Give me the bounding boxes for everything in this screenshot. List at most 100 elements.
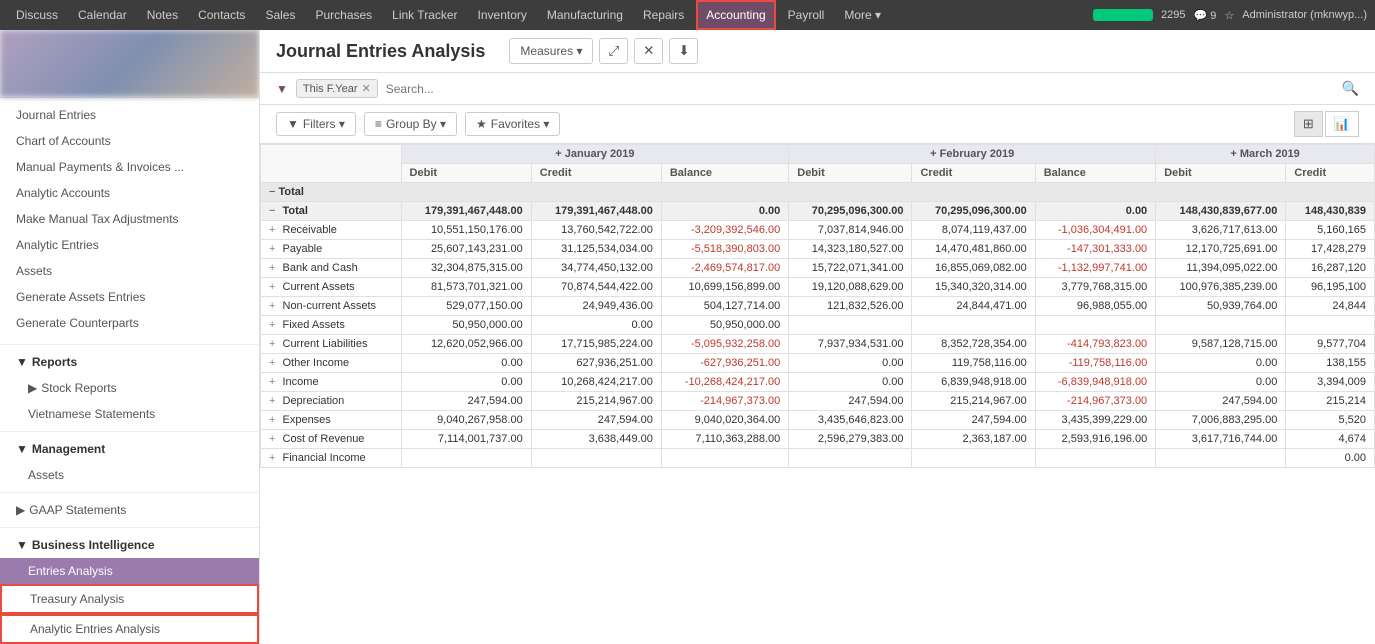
search-bar: ▼ This F.Year ✕ 🔍 — [260, 73, 1375, 105]
measures-button[interactable]: Measures ▾ — [509, 38, 593, 64]
sidebar-item-stock-reports[interactable]: ▶ Stock Reports — [0, 375, 259, 401]
sidebar-bi-header[interactable]: ▼ Business Intelligence — [0, 532, 259, 558]
nav-calendar[interactable]: Calendar — [70, 0, 135, 30]
table-row: + Financial Income 0.00 — [261, 449, 1375, 468]
sidebar-item-treasury-analysis[interactable]: Treasury Analysis — [0, 584, 259, 614]
sidebar-item-tax-adjustments[interactable]: Make Manual Tax Adjustments — [0, 206, 259, 232]
nav-accounting[interactable]: Accounting — [696, 0, 775, 30]
oi-mar-credit: 138,155 — [1286, 354, 1375, 373]
tag-remove[interactable]: ✕ — [362, 82, 371, 95]
oi-jan-debit: 0.00 — [401, 354, 531, 373]
fi-mar-credit: 0.00 — [1286, 449, 1375, 468]
sidebar-item-gaap[interactable]: ▶ GAAP Statements — [0, 497, 259, 523]
sidebar-item-journal-entries[interactable]: Journal Entries — [0, 102, 259, 128]
bank-jan-balance: -2,469,574,817.00 — [661, 259, 788, 278]
expand-button[interactable]: ⤢ — [599, 38, 628, 64]
inc-feb-balance: -6,839,948,918.00 — [1035, 373, 1155, 392]
expenses-label: + Expenses — [261, 411, 402, 430]
cor-mar-debit: 3,617,716,744.00 — [1156, 430, 1286, 449]
table-row: + Depreciation 247,594.00 215,214,967.00… — [261, 392, 1375, 411]
sidebar-item-analytic-accounts[interactable]: Analytic Accounts — [0, 180, 259, 206]
sidebar-item-assets[interactable]: Assets — [0, 258, 259, 284]
current-liabilities-label: + Current Liabilities — [261, 335, 402, 354]
table-view-button[interactable]: ⊞ — [1294, 111, 1323, 137]
cl-jan-credit: 17,715,985,224.00 — [531, 335, 661, 354]
sidebar-item-vietnamese-statements[interactable]: Vietnamese Statements — [0, 401, 259, 427]
inc-jan-balance: -10,268,424,217.00 — [661, 373, 788, 392]
table-row: + Cost of Revenue 7,114,001,737.00 3,638… — [261, 430, 1375, 449]
management-label: Management — [32, 442, 105, 456]
jan-credit-header: Credit — [531, 164, 661, 183]
nav-inventory[interactable]: Inventory — [470, 0, 535, 30]
total-toggle-row[interactable]: − Total — [261, 183, 1375, 202]
filters-button[interactable]: ▼ Filters ▾ — [276, 112, 356, 136]
cost-of-revenue-label: + Cost of Revenue — [261, 430, 402, 449]
sidebar-item-analytic-entries[interactable]: Analytic Entries — [0, 232, 259, 258]
bank-jan-debit: 32,304,875,315.00 — [401, 259, 531, 278]
nav-contacts[interactable]: Contacts — [190, 0, 253, 30]
sidebar-item-management-assets[interactable]: Assets — [0, 462, 259, 488]
nca-feb-balance: 96,988,055.00 — [1035, 297, 1155, 316]
nav-manufacturing[interactable]: Manufacturing — [539, 0, 631, 30]
sidebar-management-header[interactable]: ▼ Management — [0, 436, 259, 462]
sidebar-reports-header[interactable]: ▼ Reports — [0, 349, 259, 375]
cor-feb-balance: 2,593,916,196.00 — [1035, 430, 1155, 449]
search-icon[interactable]: 🔍 — [1342, 80, 1359, 97]
table-row: + Fixed Assets 50,950,000.00 0.00 50,950… — [261, 316, 1375, 335]
sidebar-item-manual-payments[interactable]: Manual Payments & Invoices ... — [0, 154, 259, 180]
fi-feb-balance — [1035, 449, 1155, 468]
chart-view-button[interactable]: 📊 — [1325, 111, 1359, 137]
star-fav-icon: ★ — [476, 117, 487, 131]
notification-count[interactable]: 2295 — [1161, 9, 1185, 21]
nav-discuss[interactable]: Discuss — [8, 0, 66, 30]
favorites-button[interactable]: ★ Favorites ▾ — [465, 112, 560, 136]
fi-jan-balance — [661, 449, 788, 468]
ca-feb-debit: 19,120,088,629.00 — [789, 278, 912, 297]
groupby-button[interactable]: ≡ Group By ▾ — [364, 112, 457, 136]
sidebar-item-analytic-entries-analysis[interactable]: Analytic Entries Analysis — [0, 614, 259, 644]
data-table-container[interactable]: + January 2019 + February 2019 + March 2… — [260, 144, 1375, 644]
close-button[interactable]: ✕ — [634, 38, 663, 64]
cl-mar-debit: 9,587,128,715.00 — [1156, 335, 1286, 354]
table-row: + Non-current Assets 529,077,150.00 24,9… — [261, 297, 1375, 316]
nav-purchases[interactable]: Purchases — [307, 0, 380, 30]
fi-jan-debit — [401, 449, 531, 468]
nav-notes[interactable]: Notes — [139, 0, 186, 30]
user-menu[interactable]: Administrator (mknwyp...) — [1242, 9, 1367, 21]
table-row: + Bank and Cash 32,304,875,315.00 34,774… — [261, 259, 1375, 278]
total-mar-credit: 148,430,839 — [1286, 202, 1375, 221]
sidebar-item-generate-assets[interactable]: Generate Assets Entries — [0, 284, 259, 310]
nav-link-tracker[interactable]: Link Tracker — [384, 0, 465, 30]
ca-jan-credit: 70,874,544,422.00 — [531, 278, 661, 297]
cl-mar-credit: 9,577,704 — [1286, 335, 1375, 354]
payable-jan-debit: 25,607,143,231.00 — [401, 240, 531, 259]
search-tag[interactable]: This F.Year ✕ — [296, 79, 378, 98]
table-row: + Receivable 10,551,150,176.00 13,760,54… — [261, 221, 1375, 240]
star-icon[interactable]: ☆ — [1224, 9, 1234, 22]
receivable-jan-credit: 13,760,542,722.00 — [531, 221, 661, 240]
nav-sales[interactable]: Sales — [257, 0, 303, 30]
search-input[interactable] — [386, 82, 1334, 96]
content-area: Journal Entries Analysis Measures ▾ ⤢ ✕ … — [260, 30, 1375, 644]
nca-jan-balance: 504,127,714.00 — [661, 297, 788, 316]
nav-more[interactable]: More ▾ — [836, 0, 889, 30]
receivable-jan-balance: -3,209,392,546.00 — [661, 221, 788, 240]
total-jan-debit: 179,391,467,448.00 — [401, 202, 531, 221]
payable-mar-credit: 17,428,279 — [1286, 240, 1375, 259]
total-toggle-cell: − Total — [261, 183, 1375, 202]
feb-credit-header: Credit — [912, 164, 1035, 183]
receivable-feb-debit: 7,037,814,946.00 — [789, 221, 912, 240]
message-count[interactable]: 💬 9 — [1194, 9, 1217, 22]
receivable-feb-credit: 8,074,119,437.00 — [912, 221, 1035, 240]
ca-feb-credit: 15,340,320,314.00 — [912, 278, 1035, 297]
exp-jan-debit: 9,040,267,958.00 — [401, 411, 531, 430]
nav-repairs[interactable]: Repairs — [635, 0, 692, 30]
oi-jan-balance: -627,936,251.00 — [661, 354, 788, 373]
fa-mar-debit — [1156, 316, 1286, 335]
filters-label: Filters ▾ — [303, 117, 345, 131]
sidebar-item-entries-analysis[interactable]: Entries Analysis — [0, 558, 259, 584]
nav-payroll[interactable]: Payroll — [780, 0, 833, 30]
download-button[interactable]: ⬇ — [669, 38, 698, 64]
sidebar-item-generate-counterparts[interactable]: Generate Counterparts — [0, 310, 259, 336]
sidebar-item-chart-accounts[interactable]: Chart of Accounts — [0, 128, 259, 154]
